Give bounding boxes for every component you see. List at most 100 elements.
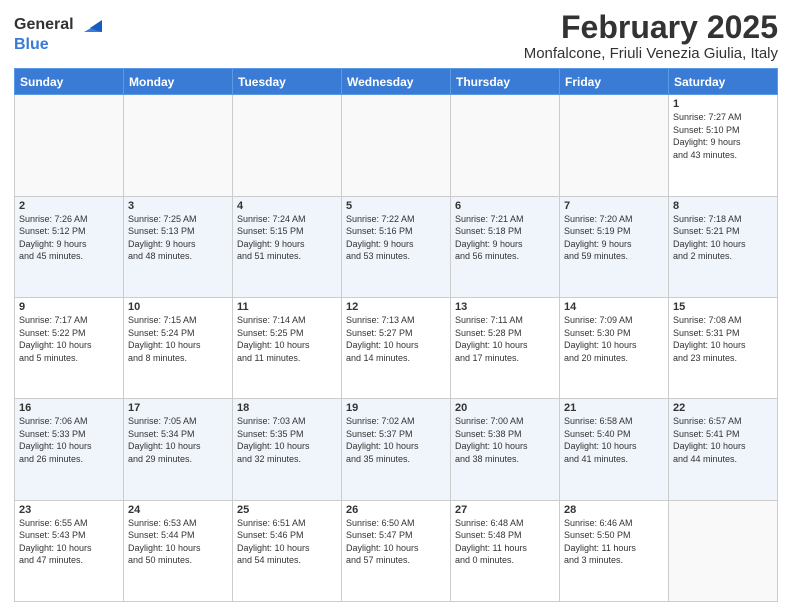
day-info: Sunrise: 7:08 AM Sunset: 5:31 PM Dayligh… [673,314,773,364]
table-row: 14Sunrise: 7:09 AM Sunset: 5:30 PM Dayli… [560,297,669,398]
table-row: 5Sunrise: 7:22 AM Sunset: 5:16 PM Daylig… [342,196,451,297]
table-row: 1Sunrise: 7:27 AM Sunset: 5:10 PM Daylig… [669,95,778,196]
day-number: 21 [564,402,664,414]
day-info: Sunrise: 7:20 AM Sunset: 5:19 PM Dayligh… [564,213,664,263]
calendar-week-row: 1Sunrise: 7:27 AM Sunset: 5:10 PM Daylig… [15,95,778,196]
logo-icon [80,14,102,36]
header-friday: Friday [560,69,669,95]
table-row: 23Sunrise: 6:55 AM Sunset: 5:43 PM Dayli… [15,500,124,601]
day-info: Sunrise: 7:26 AM Sunset: 5:12 PM Dayligh… [19,213,119,263]
weekday-header-row: Sunday Monday Tuesday Wednesday Thursday… [15,69,778,95]
day-info: Sunrise: 7:25 AM Sunset: 5:13 PM Dayligh… [128,213,228,263]
table-row: 25Sunrise: 6:51 AM Sunset: 5:46 PM Dayli… [233,500,342,601]
table-row: 12Sunrise: 7:13 AM Sunset: 5:27 PM Dayli… [342,297,451,398]
day-number: 2 [19,200,119,212]
table-row: 19Sunrise: 7:02 AM Sunset: 5:37 PM Dayli… [342,399,451,500]
day-info: Sunrise: 6:58 AM Sunset: 5:40 PM Dayligh… [564,415,664,465]
day-number: 19 [346,402,446,414]
table-row: 17Sunrise: 7:05 AM Sunset: 5:34 PM Dayli… [124,399,233,500]
table-row [124,95,233,196]
table-row: 9Sunrise: 7:17 AM Sunset: 5:22 PM Daylig… [15,297,124,398]
logo-text: General Blue [14,14,102,54]
calendar-week-row: 23Sunrise: 6:55 AM Sunset: 5:43 PM Dayli… [15,500,778,601]
day-number: 6 [455,200,555,212]
table-row: 20Sunrise: 7:00 AM Sunset: 5:38 PM Dayli… [451,399,560,500]
header-thursday: Thursday [451,69,560,95]
table-row: 3Sunrise: 7:25 AM Sunset: 5:13 PM Daylig… [124,196,233,297]
day-number: 16 [19,402,119,414]
table-row: 2Sunrise: 7:26 AM Sunset: 5:12 PM Daylig… [15,196,124,297]
day-number: 17 [128,402,228,414]
month-title: February 2025 [524,10,778,45]
day-info: Sunrise: 7:27 AM Sunset: 5:10 PM Dayligh… [673,111,773,161]
table-row: 6Sunrise: 7:21 AM Sunset: 5:18 PM Daylig… [451,196,560,297]
day-number: 15 [673,301,773,313]
day-info: Sunrise: 6:48 AM Sunset: 5:48 PM Dayligh… [455,517,555,567]
logo: General Blue [14,14,102,54]
day-info: Sunrise: 6:55 AM Sunset: 5:43 PM Dayligh… [19,517,119,567]
table-row [15,95,124,196]
table-row: 4Sunrise: 7:24 AM Sunset: 5:15 PM Daylig… [233,196,342,297]
calendar-week-row: 2Sunrise: 7:26 AM Sunset: 5:12 PM Daylig… [15,196,778,297]
table-row: 16Sunrise: 7:06 AM Sunset: 5:33 PM Dayli… [15,399,124,500]
table-row [451,95,560,196]
day-number: 14 [564,301,664,313]
day-number: 11 [237,301,337,313]
table-row [560,95,669,196]
table-row [233,95,342,196]
day-info: Sunrise: 7:06 AM Sunset: 5:33 PM Dayligh… [19,415,119,465]
table-row: 27Sunrise: 6:48 AM Sunset: 5:48 PM Dayli… [451,500,560,601]
header: General Blue February 2025 Monfalcone, F… [14,10,778,62]
day-info: Sunrise: 7:24 AM Sunset: 5:15 PM Dayligh… [237,213,337,263]
table-row: 24Sunrise: 6:53 AM Sunset: 5:44 PM Dayli… [124,500,233,601]
table-row [669,500,778,601]
table-row: 8Sunrise: 7:18 AM Sunset: 5:21 PM Daylig… [669,196,778,297]
day-number: 27 [455,504,555,516]
table-row: 13Sunrise: 7:11 AM Sunset: 5:28 PM Dayli… [451,297,560,398]
day-number: 4 [237,200,337,212]
table-row: 21Sunrise: 6:58 AM Sunset: 5:40 PM Dayli… [560,399,669,500]
day-info: Sunrise: 6:57 AM Sunset: 5:41 PM Dayligh… [673,415,773,465]
day-number: 25 [237,504,337,516]
day-number: 8 [673,200,773,212]
day-number: 12 [346,301,446,313]
day-number: 9 [19,301,119,313]
table-row: 7Sunrise: 7:20 AM Sunset: 5:19 PM Daylig… [560,196,669,297]
table-row [342,95,451,196]
day-info: Sunrise: 7:05 AM Sunset: 5:34 PM Dayligh… [128,415,228,465]
day-number: 7 [564,200,664,212]
day-info: Sunrise: 7:17 AM Sunset: 5:22 PM Dayligh… [19,314,119,364]
day-number: 3 [128,200,228,212]
table-row: 18Sunrise: 7:03 AM Sunset: 5:35 PM Dayli… [233,399,342,500]
day-info: Sunrise: 6:51 AM Sunset: 5:46 PM Dayligh… [237,517,337,567]
calendar-week-row: 16Sunrise: 7:06 AM Sunset: 5:33 PM Dayli… [15,399,778,500]
day-info: Sunrise: 7:21 AM Sunset: 5:18 PM Dayligh… [455,213,555,263]
day-info: Sunrise: 7:11 AM Sunset: 5:28 PM Dayligh… [455,314,555,364]
header-tuesday: Tuesday [233,69,342,95]
calendar-week-row: 9Sunrise: 7:17 AM Sunset: 5:22 PM Daylig… [15,297,778,398]
day-number: 23 [19,504,119,516]
day-number: 5 [346,200,446,212]
day-info: Sunrise: 7:02 AM Sunset: 5:37 PM Dayligh… [346,415,446,465]
day-number: 28 [564,504,664,516]
day-info: Sunrise: 7:13 AM Sunset: 5:27 PM Dayligh… [346,314,446,364]
header-sunday: Sunday [15,69,124,95]
day-info: Sunrise: 7:09 AM Sunset: 5:30 PM Dayligh… [564,314,664,364]
day-info: Sunrise: 6:50 AM Sunset: 5:47 PM Dayligh… [346,517,446,567]
title-area: February 2025 Monfalcone, Friuli Venezia… [524,10,778,62]
day-number: 24 [128,504,228,516]
table-row: 15Sunrise: 7:08 AM Sunset: 5:31 PM Dayli… [669,297,778,398]
logo-general: General [14,16,74,33]
day-number: 20 [455,402,555,414]
table-row: 10Sunrise: 7:15 AM Sunset: 5:24 PM Dayli… [124,297,233,398]
header-monday: Monday [124,69,233,95]
day-number: 10 [128,301,228,313]
day-info: Sunrise: 7:15 AM Sunset: 5:24 PM Dayligh… [128,314,228,364]
subtitle: Monfalcone, Friuli Venezia Giulia, Italy [524,45,778,62]
day-number: 13 [455,301,555,313]
table-row: 11Sunrise: 7:14 AM Sunset: 5:25 PM Dayli… [233,297,342,398]
header-wednesday: Wednesday [342,69,451,95]
day-info: Sunrise: 6:46 AM Sunset: 5:50 PM Dayligh… [564,517,664,567]
table-row: 22Sunrise: 6:57 AM Sunset: 5:41 PM Dayli… [669,399,778,500]
day-number: 26 [346,504,446,516]
